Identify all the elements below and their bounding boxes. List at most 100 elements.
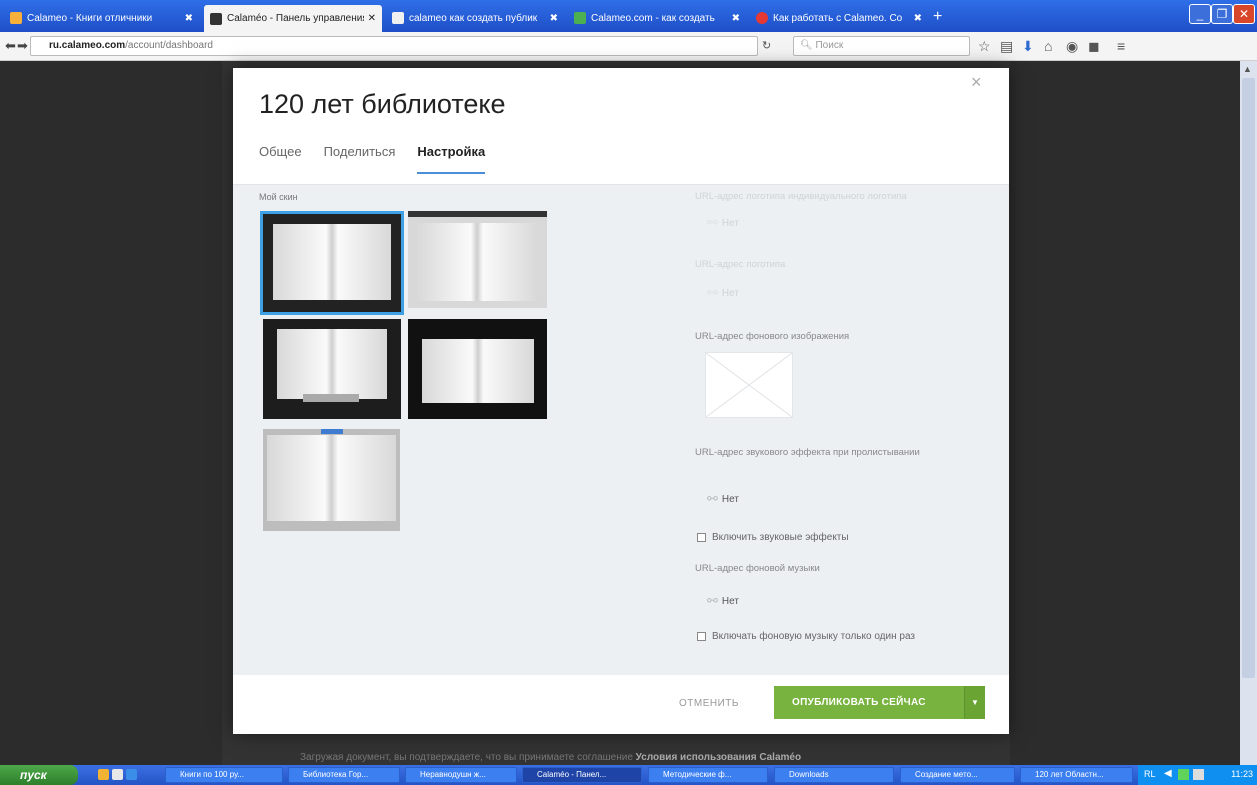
reading-list-icon[interactable]: ▤ xyxy=(1000,38,1013,55)
bg-image-placeholder[interactable] xyxy=(705,352,793,418)
close-tab-icon[interactable]: ✖ xyxy=(914,13,922,24)
scrollbar-thumb[interactable] xyxy=(1242,78,1255,678)
link-icon: ⚯ xyxy=(707,593,718,608)
browser-tab[interactable]: Как работать с Calameo. Со ✖ xyxy=(750,7,928,29)
quicklaunch-icon[interactable] xyxy=(126,769,137,780)
value-text: Нет xyxy=(721,287,739,299)
tab-label: calameo как создать публик xyxy=(409,12,538,24)
reload-icon[interactable]: ↻ xyxy=(762,39,771,52)
taskbar-item[interactable]: Неравнодушн ж... xyxy=(405,767,517,783)
dimmed-page-right xyxy=(1010,61,1240,765)
modal-footer: ОТМЕНИТЬ ОПУБЛИКОВАТЬ СЕЙЧАС ▼ xyxy=(233,675,1009,734)
music-once-row[interactable]: Включать фоновую музыку только один раз xyxy=(697,631,915,642)
music-once-label: Включать фоновую музыку только один раз xyxy=(712,631,916,642)
search-input[interactable]: 🔍︎ Поиск xyxy=(793,36,970,56)
favicon-icon xyxy=(392,12,404,24)
modal-tabs: Общее Поделиться Настройка xyxy=(259,144,507,174)
scroll-up-icon[interactable]: ▲ xyxy=(1243,64,1252,74)
taskbar-item-active[interactable]: Calaméo - Панел... xyxy=(522,767,642,783)
maximize-icon[interactable]: ❐ xyxy=(1211,4,1233,24)
forward-icon[interactable]: ➡ xyxy=(17,38,28,54)
start-button[interactable]: пуск xyxy=(0,765,78,785)
new-tab-icon[interactable]: + xyxy=(933,9,942,25)
custom-logo-label: URL-адрес логотипа индивидуального логот… xyxy=(695,191,907,202)
skin-thumbnail[interactable] xyxy=(408,211,547,308)
bg-music-value[interactable]: ⚯ Нет xyxy=(707,593,739,609)
music-once-checkbox[interactable] xyxy=(697,632,706,641)
clock: 11:23 xyxy=(1231,769,1253,779)
language-indicator[interactable]: RL xyxy=(1144,769,1156,779)
back-icon[interactable]: ⬅ xyxy=(5,38,16,54)
browser-tab[interactable]: calameo как создать публик ✖ xyxy=(386,7,564,29)
tab-label: Calameo - Книги отличники xyxy=(27,12,153,24)
system-tray: RL ◀ 11:23 xyxy=(1138,765,1257,785)
url-path: /account/dashboard xyxy=(125,40,213,51)
footer-text: Загружая документ, вы подтверждаете, что… xyxy=(300,752,633,763)
menu-icon[interactable]: ≡ xyxy=(1117,38,1125,54)
taskbar-item[interactable]: Методические ф... xyxy=(648,767,768,783)
footer-note: Загружая документ, вы подтверждаете, что… xyxy=(300,752,801,763)
browser-nav-bar: ⬅ ➡ ru.calameo.com/account/dashboard ↻ 🔍… xyxy=(0,32,1257,61)
publish-options-icon[interactable]: ▼ xyxy=(964,686,985,719)
tab-settings[interactable]: Настройка xyxy=(417,144,486,174)
taskbar-item[interactable]: Книги по 100 ру... xyxy=(165,767,283,783)
browser-tab-bar: Calameo - Книги отличники ✖ Calaméo - Па… xyxy=(0,0,1257,32)
sound-effect-label: URL-адрес звукового эффекта при пролисты… xyxy=(695,447,920,458)
tab-share[interactable]: Поделиться xyxy=(324,144,396,174)
bookmark-star-icon[interactable]: ☆ xyxy=(978,38,991,55)
taskbar-item[interactable]: Downloads xyxy=(774,767,894,783)
minimize-icon[interactable]: _ xyxy=(1189,4,1211,24)
address-bar[interactable]: ru.calameo.com/account/dashboard xyxy=(30,36,758,56)
windows-taskbar: пуск Книги по 100 ру... Библиотека Гор..… xyxy=(0,765,1257,785)
close-icon[interactable]: × xyxy=(971,72,982,93)
taskbar-item[interactable]: 120 лет Областн... xyxy=(1020,767,1133,783)
terms-link[interactable]: Условия использования Calaméo xyxy=(636,752,801,763)
quicklaunch-icon[interactable] xyxy=(112,769,123,780)
close-tab-icon[interactable]: ✖ xyxy=(185,13,193,24)
custom-logo-value[interactable]: ⚯ Нет xyxy=(707,215,739,231)
cancel-button[interactable]: ОТМЕНИТЬ xyxy=(679,698,739,709)
close-tab-icon[interactable]: ✕ xyxy=(368,13,376,24)
browser-tab[interactable]: Calameo.com - как создать ✖ xyxy=(568,7,746,29)
bg-music-label: URL-адрес фоновой музыки xyxy=(695,563,820,574)
quicklaunch-icon[interactable] xyxy=(98,769,109,780)
search-icon: 🔍︎ xyxy=(800,40,813,51)
skin-thumbnail-selected[interactable] xyxy=(260,211,404,315)
close-window-icon[interactable]: ✕ xyxy=(1233,4,1255,24)
home-icon[interactable]: ⌂ xyxy=(1044,38,1052,54)
logo-url-value[interactable]: ⚯ Нет xyxy=(707,285,739,301)
sync-icon[interactable]: ◉ xyxy=(1066,38,1078,55)
enable-sound-label: Включить звуковые эффекты xyxy=(712,532,849,543)
tab-general[interactable]: Общее xyxy=(259,144,302,174)
close-tab-icon[interactable]: ✖ xyxy=(550,13,558,24)
tray-app-icon[interactable] xyxy=(1193,769,1204,780)
tab-label: Calameo.com - как создать xyxy=(591,12,715,24)
close-tab-icon[interactable]: ✖ xyxy=(732,13,740,24)
favicon-icon xyxy=(574,12,586,24)
skin-thumbnail[interactable] xyxy=(263,319,401,419)
favicon-icon xyxy=(210,12,222,25)
value-text: Нет xyxy=(721,595,739,607)
link-icon: ⚯ xyxy=(707,285,718,300)
image-placeholder-icon xyxy=(705,352,793,418)
settings-content: Мой скин URL-адрес логотипа индивидуальн… xyxy=(233,185,1009,675)
publish-now-button[interactable]: ОПУБЛИКОВАТЬ СЕЙЧАС xyxy=(774,686,964,719)
downloads-icon[interactable]: ⬇ xyxy=(1022,38,1034,55)
publication-modal: 120 лет библиотеке × Общее Поделиться На… xyxy=(233,68,1009,734)
enable-sound-checkbox[interactable] xyxy=(697,533,706,542)
browser-tab[interactable]: Calameo - Книги отличники ✖ xyxy=(4,7,199,29)
extension-icon[interactable]: ◼ xyxy=(1088,38,1100,55)
favicon-icon xyxy=(756,12,768,24)
skin-thumbnail[interactable] xyxy=(408,319,547,419)
taskbar-item[interactable]: Библиотека Гор... xyxy=(288,767,400,783)
tab-label: Как работать с Calameo. Со xyxy=(773,12,903,24)
dimmed-page-left xyxy=(0,61,222,765)
browser-tab-active[interactable]: Calaméo - Панель управления ✕ xyxy=(204,5,382,32)
enable-sound-row[interactable]: Включить звуковые эффекты xyxy=(697,532,849,543)
sound-effect-value[interactable]: ⚯ Нет xyxy=(707,491,739,507)
volume-icon[interactable]: ◀ xyxy=(1164,768,1172,779)
modal-title: 120 лет библиотеке xyxy=(259,89,506,119)
taskbar-item[interactable]: Создание мето... xyxy=(900,767,1015,783)
skin-thumbnail[interactable] xyxy=(263,429,400,531)
network-icon[interactable] xyxy=(1178,769,1189,780)
